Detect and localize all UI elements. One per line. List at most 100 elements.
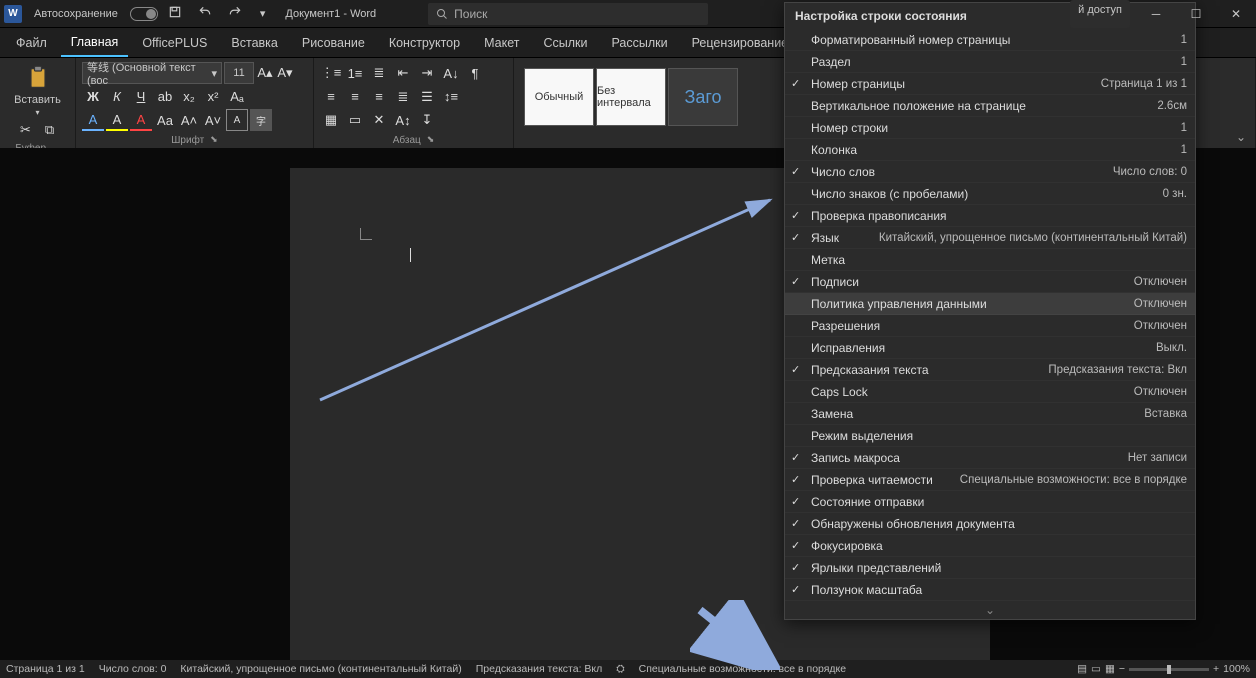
zoom-in-icon[interactable]: + [1213, 663, 1219, 675]
statusbar-menu-item[interactable]: ✓Ярлыки представлений [785, 557, 1195, 579]
multilevel-icon[interactable]: ≣ [368, 62, 390, 84]
copy-icon[interactable]: ⧉ [39, 119, 61, 141]
minimize-button[interactable]: ─ [1136, 0, 1176, 28]
statusbar-menu-item[interactable]: Метка [785, 249, 1195, 271]
statusbar-menu-item[interactable]: Форматированный номер страницы1 [785, 29, 1195, 51]
font-color-icon[interactable]: A [82, 109, 104, 131]
justify-icon[interactable]: ≣ [392, 86, 414, 108]
zoom-out-icon[interactable]: − [1119, 663, 1125, 675]
char-border-icon[interactable]: A [226, 109, 248, 131]
undo-icon[interactable] [192, 1, 218, 26]
numbering-icon[interactable]: 1≡ [344, 62, 366, 84]
statusbar-menu-item[interactable]: ✓ПодписиОтключен [785, 271, 1195, 293]
statusbar-menu-item[interactable]: ✓Предсказания текстаПредсказания текста:… [785, 359, 1195, 381]
status-words[interactable]: Число слов: 0 [99, 663, 167, 675]
tab-рисование[interactable]: Рисование [292, 30, 375, 56]
paste-button[interactable]: Вставить ▾ [6, 62, 69, 119]
tab-главная[interactable]: Главная [61, 29, 129, 57]
subscript-button[interactable]: x₂ [178, 86, 200, 108]
shrink-a-icon[interactable]: A˅ [202, 109, 224, 131]
underline-button[interactable]: Ч [130, 86, 152, 108]
view-web-icon[interactable]: ▦ [1105, 663, 1115, 675]
change-case-icon[interactable]: Aa [154, 109, 176, 131]
qat-more[interactable]: ▾ [252, 7, 274, 20]
strike-button[interactable]: ab [154, 86, 176, 108]
status-a11y-icon[interactable]: ⛭ [616, 663, 624, 676]
sort-icon[interactable]: A↓ [440, 62, 462, 84]
statusbar-menu-item[interactable]: Раздел1 [785, 51, 1195, 73]
tab-ссылки[interactable]: Ссылки [533, 30, 597, 56]
distributed-icon[interactable]: ☰ [416, 86, 438, 108]
statusbar-menu-item[interactable]: ИсправленияВыкл. [785, 337, 1195, 359]
statusbar-menu-item[interactable]: Режим выделения [785, 425, 1195, 447]
tab-вставка[interactable]: Вставка [221, 30, 287, 56]
redo-icon[interactable] [222, 1, 248, 26]
line-spacing-icon[interactable]: ↕≡ [440, 86, 462, 108]
font-size-combo[interactable]: 11 [224, 62, 254, 84]
statusbar-menu-item[interactable]: Вертикальное положение на странице2.6см [785, 95, 1195, 117]
clear-format-icon[interactable]: Aₐ [226, 86, 248, 108]
grow-a-icon[interactable]: A˄ [178, 109, 200, 131]
view-print-icon[interactable]: ▤ [1077, 663, 1087, 675]
view-read-icon[interactable]: ▭ [1091, 663, 1101, 675]
maximize-button[interactable]: ☐ [1176, 0, 1216, 28]
statusbar-menu-item[interactable]: ✓Проверка правописания [785, 205, 1195, 227]
share-button[interactable]: й доступ [1070, 0, 1130, 28]
italic-button[interactable]: К [106, 86, 128, 108]
para-dialog-launcher[interactable]: ⬊ [427, 134, 435, 145]
statusbar-menu-item[interactable]: ✓Фокусировка [785, 535, 1195, 557]
bold-button[interactable]: Ж [82, 86, 104, 108]
statusbar-menu-item[interactable]: Колонка1 [785, 139, 1195, 161]
align-center-icon[interactable]: ≡ [344, 86, 366, 108]
shrink-font-icon[interactable]: A▾ [276, 62, 294, 84]
tab-рассылки[interactable]: Рассылки [602, 30, 678, 56]
statusbar-menu-item[interactable]: ✓Номер страницыСтраница 1 из 1 [785, 73, 1195, 95]
status-page[interactable]: Страница 1 из 1 [6, 663, 85, 675]
highlight-icon[interactable]: A [106, 109, 128, 131]
align-left-icon[interactable]: ≡ [320, 86, 342, 108]
tab-макет[interactable]: Макет [474, 30, 529, 56]
format-painter-icon[interactable]: ✂ [15, 119, 37, 141]
statusbar-menu-item[interactable]: ✓Число словЧисло слов: 0 [785, 161, 1195, 183]
statusbar-menu-item[interactable]: ✓Обнаружены обновления документа [785, 513, 1195, 535]
statusbar-menu-item[interactable]: ЗаменаВставка [785, 403, 1195, 425]
menu-more-indicator[interactable]: ⌄ [785, 601, 1195, 619]
statusbar-menu-item[interactable]: Число знаков (с пробелами)0 зн. [785, 183, 1195, 205]
status-a11y[interactable]: Специальные возможности: все в порядке [639, 663, 846, 675]
para5-icon[interactable]: ↧ [416, 109, 438, 131]
shading-icon[interactable]: ▦ [320, 109, 342, 131]
align-right-icon[interactable]: ≡ [368, 86, 390, 108]
statusbar-menu-item[interactable]: ✓Состояние отправки [785, 491, 1195, 513]
sort2-icon[interactable]: A↕ [392, 109, 414, 131]
grow-font-icon[interactable]: A▴ [256, 62, 274, 84]
save-icon[interactable] [162, 1, 188, 26]
borders-icon[interactable]: ▭ [344, 109, 366, 131]
superscript-button[interactable]: x² [202, 86, 224, 108]
show-marks-icon[interactable]: ¶ [464, 62, 486, 84]
decrease-indent-icon[interactable]: ⇤ [392, 62, 414, 84]
zoom-slider[interactable] [1129, 668, 1209, 671]
style-normal[interactable]: Обычный [524, 68, 594, 126]
close-button[interactable]: ✕ [1216, 0, 1256, 28]
char-shading-icon[interactable]: 字 [250, 109, 272, 131]
collapse-ribbon-icon[interactable]: ⌄ [1230, 128, 1252, 146]
tab-конструктор[interactable]: Конструктор [379, 30, 470, 56]
statusbar-menu-item[interactable]: ✓Запись макросаНет записи [785, 447, 1195, 469]
font-color2-icon[interactable]: A [130, 109, 152, 131]
statusbar-menu-item[interactable]: ✓Ползунок масштаба [785, 579, 1195, 601]
tab-файл[interactable]: Файл [6, 30, 57, 56]
autosave-toggle[interactable] [130, 7, 158, 21]
style-heading[interactable]: Заго [668, 68, 738, 126]
tab-рецензирование[interactable]: Рецензирование [682, 30, 799, 56]
increase-indent-icon[interactable]: ⇥ [416, 62, 438, 84]
font-name-combo[interactable]: 等线 (Основной текст (вос▾ [82, 62, 222, 84]
statusbar-menu-item[interactable]: ✓ЯзыкКитайский, упрощенное письмо (конти… [785, 227, 1195, 249]
statusbar-menu-item[interactable]: РазрешенияОтключен [785, 315, 1195, 337]
style-nospacing[interactable]: Без интервала [596, 68, 666, 126]
font-dialog-launcher[interactable]: ⬊ [210, 134, 218, 145]
statusbar-menu-item[interactable]: Caps LockОтключен [785, 381, 1195, 403]
asian-layout-icon[interactable]: ✕ [368, 109, 390, 131]
status-language[interactable]: Китайский, упрощенное письмо (континента… [180, 663, 461, 675]
statusbar-menu-item[interactable]: ✓Проверка читаемостиСпециальные возможно… [785, 469, 1195, 491]
bullets-icon[interactable]: ⋮≡ [320, 62, 342, 84]
